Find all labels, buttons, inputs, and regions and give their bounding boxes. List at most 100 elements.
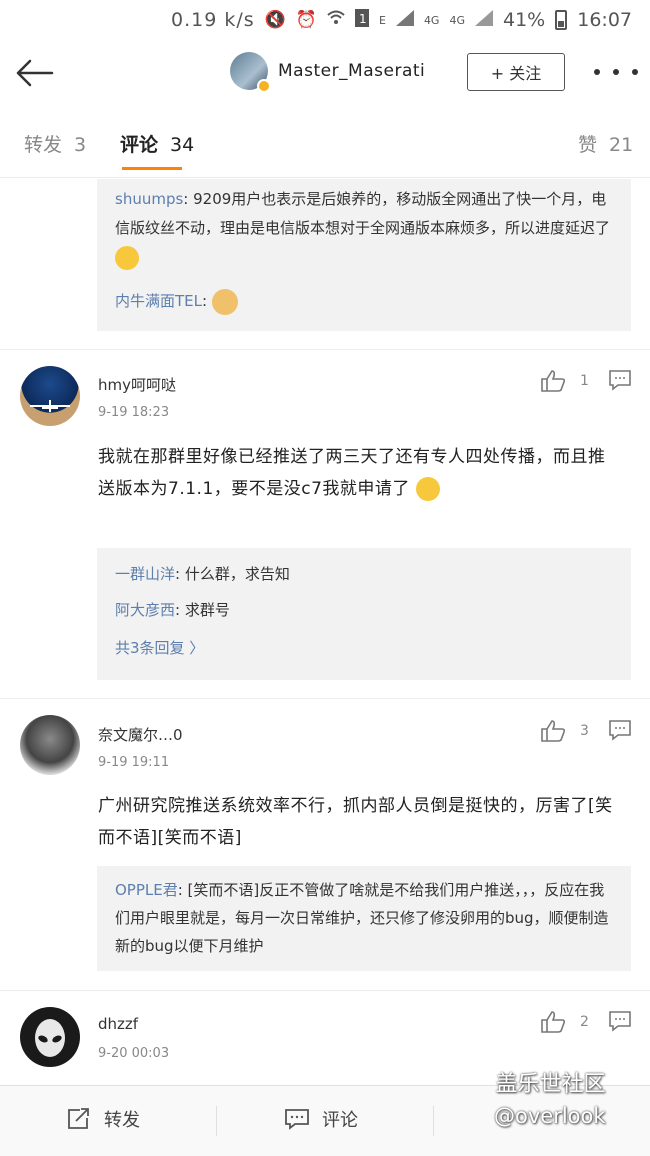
tab-count: 34 [170, 134, 195, 156]
comment-label: 评论 [322, 1110, 358, 1131]
like-button[interactable]: 2 [540, 1010, 589, 1034]
watermark-title: 盖乐世社区 [495, 1072, 606, 1097]
commenter-name[interactable]: 奈文魔尔…0 [98, 724, 183, 745]
divider [0, 349, 650, 350]
separator [216, 1106, 217, 1136]
tab-label: 赞 [578, 134, 598, 156]
header: Master_Maserati + 关注 [0, 40, 650, 106]
reply-box[interactable]: OPPLE君: [笑而不语]反正不管做了啥就是不给我们用户推送，，，反应在我们用… [97, 866, 631, 971]
commenter-avatar[interactable] [20, 366, 80, 426]
reply-author[interactable]: OPPLE君 [115, 881, 178, 899]
battery-percent: 41% [503, 9, 546, 31]
reply-author[interactable]: 一群山洋 [115, 565, 175, 583]
clock: 16:07 [577, 9, 632, 31]
like-count: 1 [580, 373, 589, 389]
more-options-button[interactable] [594, 60, 638, 84]
reply-box[interactable]: shuumps: 9209用户也表示是后娘养的，移动版全网通出了快一个月，电信版… [97, 179, 631, 331]
network-type-e: E [378, 13, 386, 27]
like-button[interactable]: 1 [540, 369, 589, 393]
comment-icon [285, 1109, 309, 1130]
wifi-icon [327, 10, 345, 31]
author-name[interactable]: Master_Maserati [278, 61, 425, 81]
sim-icon: 1 [354, 8, 369, 32]
comment-time: 9-20 00:03 [98, 1046, 170, 1061]
reply-text: : 求群号 [175, 601, 230, 619]
dot-icon [613, 69, 619, 75]
reply-text: : 什么群，求告知 [175, 565, 290, 583]
verified-badge-icon [257, 79, 271, 93]
reply-item[interactable]: 阿大彦西: 求群号 [115, 596, 613, 625]
reply-author[interactable]: 阿大彦西 [115, 601, 175, 619]
commenter-avatar[interactable] [20, 1007, 80, 1067]
back-arrow-icon [16, 59, 54, 87]
tab-count: 21 [609, 134, 634, 156]
reply-button[interactable] [608, 719, 632, 745]
thumbs-up-icon [541, 720, 566, 742]
commenter-avatar[interactable] [20, 715, 80, 775]
comment-time: 9-19 18:23 [98, 405, 170, 420]
divider [0, 698, 650, 699]
reply-text: : 9209用户也表示是后娘养的，移动版全网通出了快一个月，电信版纹丝不动，理由… [115, 190, 611, 237]
comment-text: 我就在那群里好像已经推送了两三天了还有专人四处传播，而且推送版本为7.1.1，要… [98, 441, 618, 505]
repost-button[interactable]: 转发 [66, 1106, 140, 1132]
view-more-replies-link[interactable]: 共3条回复 〉 [115, 634, 613, 663]
like-count: 3 [580, 723, 589, 739]
watermark: 盖乐世社区 @overlook [494, 1068, 606, 1133]
reply-text: : [202, 292, 208, 310]
doge-emoji-icon [211, 288, 238, 315]
separator [433, 1106, 434, 1136]
reply-item[interactable]: shuumps: 9209用户也表示是后娘养的，移动版全网通出了快一个月，电信版… [115, 185, 613, 272]
comment-text: 广州研究院推送系统效率不行，抓内部人员倒是挺快的，厉害了[笑而不语][笑而不语] [98, 796, 613, 848]
reply-item[interactable]: 一群山洋: 什么群，求告知 [115, 560, 613, 589]
comment-body: 我就在那群里好像已经推送了两三天了还有专人四处传播，而且推送版本为7.1.1，要… [98, 447, 606, 499]
tab-label: 转发 [24, 134, 63, 156]
tab-reposts[interactable]: 转发 3 [24, 130, 86, 157]
commenter-name[interactable]: dhzzf [98, 1015, 138, 1033]
reply-button[interactable] [608, 1010, 632, 1036]
signal-icon [395, 9, 414, 31]
network-type-4g: 4G [423, 13, 440, 27]
thumbs-up-icon [541, 370, 566, 392]
like-button[interactable]: 3 [540, 719, 589, 743]
thumbs-up-icon [541, 1011, 566, 1033]
reply-item[interactable]: 内牛满面TEL: [115, 287, 613, 316]
tab-bar: 转发 3 评论 34 赞 21 [0, 106, 650, 178]
author-info[interactable]: Master_Maserati [230, 52, 425, 93]
comment-time: 9-19 19:11 [98, 755, 170, 770]
watermark-handle: @overlook [494, 1104, 606, 1128]
comment-button[interactable]: 评论 [284, 1106, 358, 1132]
shrug-emoji-icon [115, 245, 139, 270]
tab-likes[interactable]: 赞 21 [578, 130, 633, 157]
comment-bubble-icon [609, 1011, 631, 1032]
signal-icon-2 [475, 9, 493, 31]
tab-comments[interactable]: 评论 34 [120, 130, 194, 157]
like-count: 2 [580, 1014, 589, 1030]
author-avatar[interactable] [230, 52, 271, 93]
reply-item[interactable]: OPPLE君: [笑而不语]反正不管做了啥就是不给我们用户推送，，，反应在我们用… [115, 876, 613, 960]
comment-list[interactable]: shuumps: 9209用户也表示是后娘养的，移动版全网通出了快一个月，电信版… [0, 179, 650, 1085]
tab-label: 评论 [120, 134, 159, 156]
comment-bubble-icon [609, 720, 631, 741]
alien-icon [35, 1019, 65, 1057]
reply-button[interactable] [608, 369, 632, 395]
active-tab-indicator [122, 167, 182, 170]
comment-bubble-icon [609, 370, 631, 391]
svg-text:1: 1 [359, 12, 367, 26]
reply-author[interactable]: shuumps [115, 190, 183, 208]
commenter-name[interactable]: hmy呵呵哒 [98, 374, 176, 395]
repost-icon [68, 1108, 89, 1129]
repost-label: 转发 [104, 1110, 140, 1131]
dot-icon [632, 69, 638, 75]
back-button[interactable] [12, 50, 58, 96]
alarm-icon: ⏰ [295, 10, 317, 30]
divider [0, 990, 650, 991]
network-speed: 0.19 k/s [170, 9, 255, 31]
reply-author[interactable]: 内牛满面TEL [115, 292, 202, 310]
follow-button[interactable]: + 关注 [467, 53, 565, 91]
airplane-icon [30, 400, 70, 412]
mute-icon: 🔇 [264, 10, 286, 30]
status-bar: 0.19 k/s 🔇 ⏰ 1 E 4G 4G 41% 16:07 [0, 0, 650, 40]
reply-box[interactable]: 一群山洋: 什么群，求告知 阿大彦西: 求群号 共3条回复 〉 [97, 548, 631, 680]
network-type-4g-2: 4G [449, 13, 465, 27]
reply-text: : [笑而不语]反正不管做了啥就是不给我们用户推送，，，反应在我们用户眼里就是，… [115, 881, 609, 955]
